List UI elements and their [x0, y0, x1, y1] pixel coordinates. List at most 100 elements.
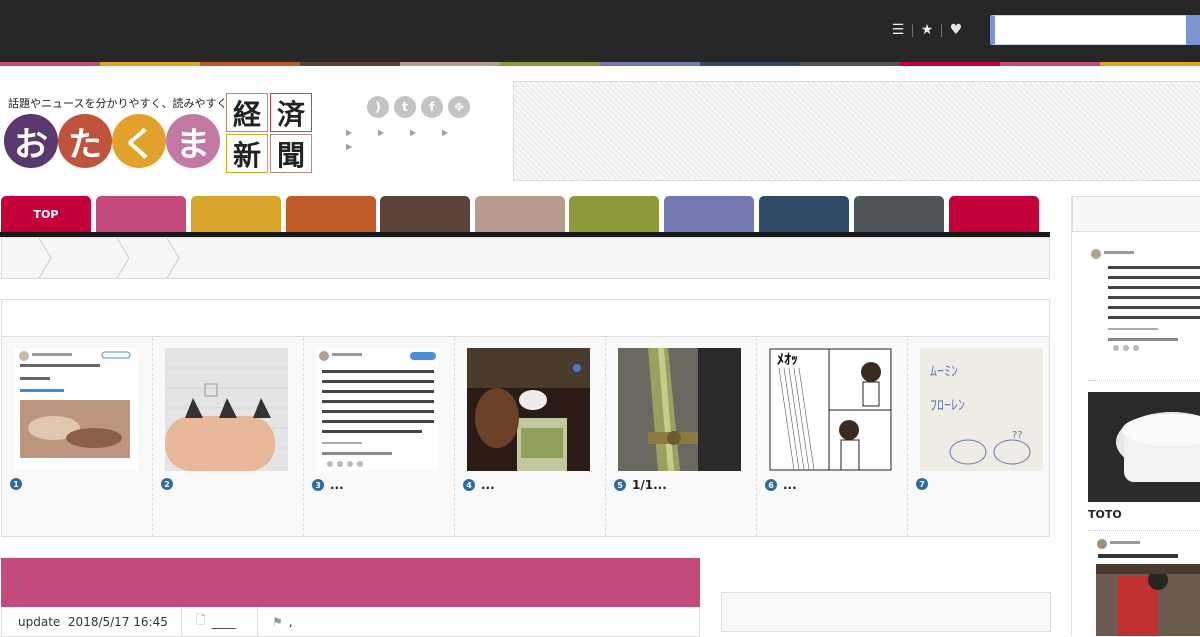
star-icon[interactable]: ★ [917, 22, 937, 38]
update-date: update 2018/5/17 16:45 [2, 607, 182, 636]
tweet-thumbnail[interactable] [14, 348, 137, 471]
logo-char: ま [166, 114, 220, 168]
manga-thumbnail[interactable]: ﾒｵｯ [769, 348, 892, 471]
stripe-segment [1100, 62, 1200, 66]
twitter-icon[interactable]: t [394, 96, 416, 118]
search-input[interactable] [990, 15, 1188, 45]
triangle-icon[interactable]: ▶ [410, 126, 442, 140]
ranking-panel: 1 2 3 ... 4 ... 5 1/1... ﾒｵｯ 6 ... ﾑｰﾐﾝ … [1, 299, 1050, 537]
stripe-segment [200, 62, 300, 66]
kanji-char: 経 [226, 93, 268, 132]
kanji-char: 新 [226, 134, 268, 173]
widget-header [721, 592, 1051, 632]
stripe-segment [400, 62, 500, 66]
kanji-char: 済 [270, 93, 312, 132]
stripe-segment [1000, 62, 1100, 66]
tweet-thumbnail[interactable] [1088, 248, 1200, 356]
social-links: ) t f ✥ [367, 96, 470, 118]
ranking-item[interactable]: 3... [304, 338, 455, 536]
triangle-icon[interactable]: ▶ [442, 126, 474, 140]
stripe-segment [0, 62, 100, 66]
stripe-segment [100, 62, 200, 66]
nav-tab[interactable] [759, 196, 849, 232]
category-link[interactable]: ____ [212, 615, 236, 629]
feedly-icon[interactable]: ✥ [448, 96, 470, 118]
category-nav: TOP [0, 196, 1050, 236]
right-sidebar: TOTO [1071, 196, 1200, 636]
document-icon: 🗋 [196, 613, 206, 627]
tag-icon: ⚑ [272, 614, 283, 629]
nav-tab[interactable] [854, 196, 944, 232]
svg-text:ﾒｵｯ: ﾒｵｯ [777, 352, 798, 368]
ranking-header [2, 300, 1049, 337]
article-tags[interactable]: ⚑ , [258, 615, 293, 629]
tag-links[interactable]: , [289, 615, 293, 629]
sidebar-header [1072, 196, 1200, 232]
ranking-item[interactable]: 2 [153, 338, 304, 536]
facebook-icon[interactable]: f [421, 96, 443, 118]
list-icon[interactable]: ☰ [888, 22, 908, 38]
header-icons: ☰ | ★ | ♥ [888, 22, 966, 38]
update-label: update [18, 614, 61, 629]
divider [1088, 380, 1200, 381]
ranking-number: 1 [10, 478, 28, 490]
search-button[interactable] [1186, 15, 1200, 45]
heart-icon[interactable]: ♥ [946, 22, 966, 38]
svg-text:ﾑｰﾐﾝ: ﾑｰﾐﾝ [930, 364, 958, 380]
ranking-number: 6... [765, 478, 797, 492]
stripe-segment [800, 62, 900, 66]
breadcrumb-item[interactable] [166, 237, 206, 279]
breadcrumb-item[interactable] [38, 237, 78, 279]
breadcrumb [1, 237, 1050, 279]
update-value: 2018/5/17 16:45 [67, 614, 168, 629]
breadcrumb-item[interactable] [116, 237, 156, 279]
svg-text:??: ?? [1012, 430, 1023, 441]
top-bar: ☰ | ★ | ♥ [0, 0, 1200, 62]
nav-tab[interactable] [664, 196, 754, 232]
separator: | [910, 23, 915, 37]
article-category[interactable]: 🗋 ____ [182, 607, 258, 636]
article-thumbnail[interactable] [618, 348, 741, 471]
article-meta: update 2018/5/17 16:45 🗋 ____ ⚑ , [1, 607, 700, 637]
nav-tab[interactable] [475, 196, 565, 232]
ad-banner[interactable] [513, 81, 1200, 181]
drawing-thumbnail[interactable]: ﾑｰﾐﾝ ﾌﾛｰﾚﾝ ?? [920, 348, 1043, 471]
nav-tab[interactable] [380, 196, 470, 232]
triangle-icon[interactable]: ▶ [346, 126, 378, 140]
ranking-item[interactable]: 1 [2, 338, 153, 536]
logo-kanji: 経 済 新 聞 [226, 93, 312, 173]
stripe-segment [500, 62, 600, 66]
ranking-number: 7 [916, 478, 934, 490]
site-tagline: 話題やニュースを分かりやすく、読みやすく。 [8, 97, 239, 110]
stripe-segment [300, 62, 400, 66]
logo-char: お [4, 114, 58, 168]
article-title-bar [1, 558, 700, 607]
sidebar-item-title[interactable]: TOTO [1088, 508, 1122, 521]
triangle-icon[interactable]: ▶ [378, 126, 410, 140]
ranking-number: 3... [312, 478, 344, 492]
article-thumbnail[interactable] [467, 348, 590, 471]
ranking-item[interactable]: 4... [455, 338, 606, 536]
tweet-thumbnail[interactable] [316, 348, 439, 471]
nav-tab[interactable] [569, 196, 659, 232]
rss-icon[interactable]: ) [367, 96, 389, 118]
ranking-item[interactable]: ﾒｵｯ 6... [757, 338, 908, 536]
triangle-icon[interactable]: ▶ [346, 140, 378, 154]
logo-char: く [112, 114, 166, 168]
tweet-thumbnail[interactable] [1088, 536, 1200, 636]
ranking-item[interactable]: ﾑｰﾐﾝ ﾌﾛｰﾚﾝ ?? 7 [908, 338, 1059, 536]
nav-tab[interactable] [96, 196, 186, 232]
ranking-item[interactable]: 5 1/1... [606, 338, 757, 536]
stripe-segment [700, 62, 800, 66]
nav-tab[interactable] [191, 196, 281, 232]
divider [1088, 530, 1200, 531]
logo-char: た [58, 114, 112, 168]
nav-tab[interactable] [286, 196, 376, 232]
ranking-number: 2 [161, 478, 179, 490]
article-thumbnail[interactable] [165, 348, 288, 471]
site-logo[interactable]: お た く ま [4, 114, 220, 168]
product-thumbnail[interactable] [1088, 392, 1200, 502]
nav-tab[interactable] [949, 196, 1039, 232]
kanji-char: 聞 [270, 134, 312, 173]
tab-top[interactable]: TOP [1, 196, 91, 232]
